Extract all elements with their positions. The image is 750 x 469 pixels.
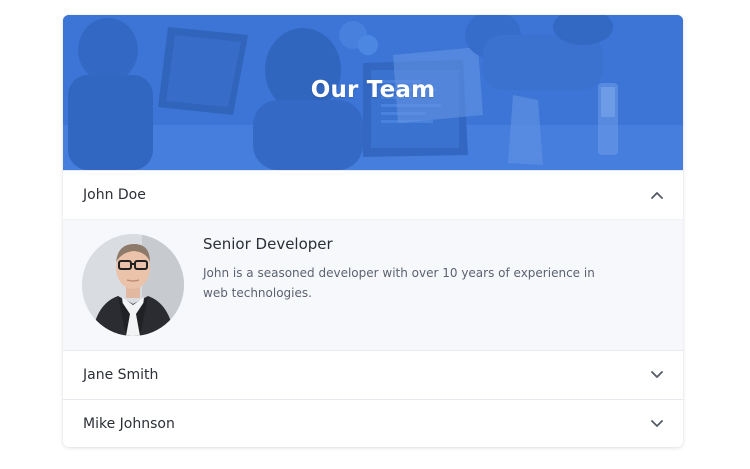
member-name: Mike Johnson bbox=[83, 416, 175, 432]
accordion-header-jane-smith[interactable]: Jane Smith bbox=[63, 351, 683, 399]
member-role: Senior Developer bbox=[203, 235, 333, 253]
member-name: John Doe bbox=[83, 187, 146, 203]
team-banner: Our Team bbox=[63, 15, 683, 170]
accordion-item-jane-smith: Jane Smith bbox=[63, 350, 683, 399]
page-title: Our Team bbox=[310, 77, 436, 103]
accordion-header-mike-johnson[interactable]: Mike Johnson bbox=[63, 400, 683, 447]
avatar bbox=[82, 234, 184, 336]
team-card: Our Team John Doe Senior Developer John … bbox=[63, 15, 683, 447]
chevron-down-icon[interactable] bbox=[650, 368, 664, 382]
accordion-body-john-doe: Senior Developer John is a seasoned deve… bbox=[63, 219, 683, 350]
accordion-item-john-doe: John Doe Senior Developer John is a seas… bbox=[63, 170, 683, 350]
chevron-down-icon[interactable] bbox=[650, 417, 664, 431]
accordion-header-john-doe[interactable]: John Doe bbox=[63, 171, 683, 219]
member-bio: John is a seasoned developer with over 1… bbox=[203, 266, 595, 300]
chevron-up-icon[interactable] bbox=[650, 188, 664, 202]
member-name: Jane Smith bbox=[83, 367, 159, 383]
accordion-item-mike-johnson: Mike Johnson bbox=[63, 399, 683, 447]
